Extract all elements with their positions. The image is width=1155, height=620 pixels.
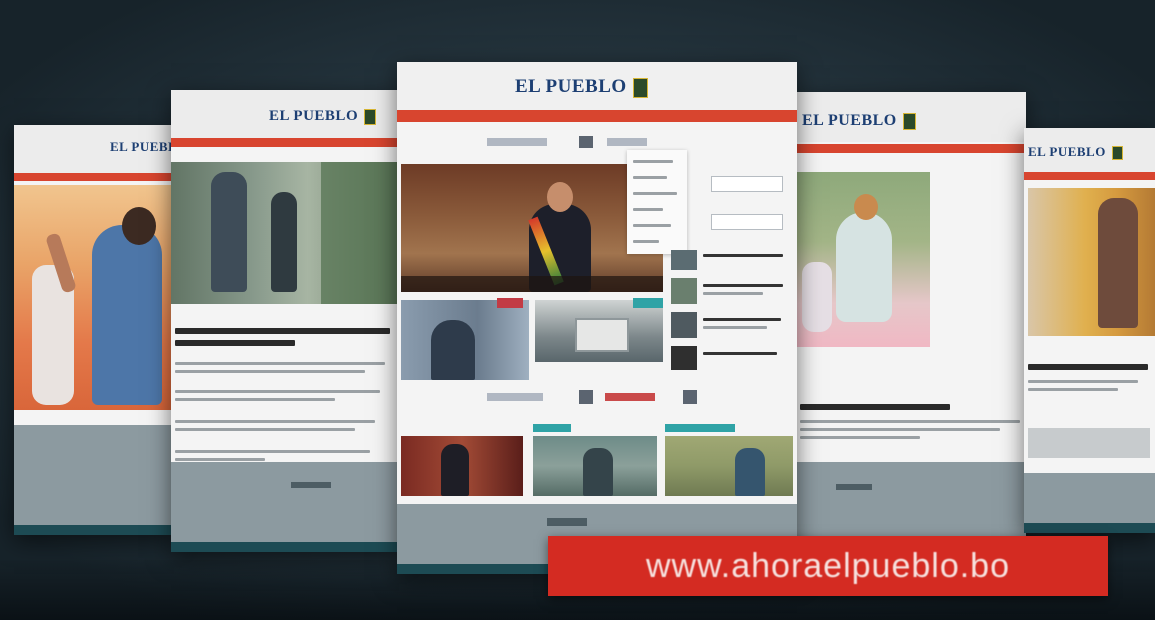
header-red-bar bbox=[171, 138, 399, 147]
dancer-figure-2 bbox=[802, 262, 832, 332]
footer-logo bbox=[291, 482, 331, 488]
hero-photo bbox=[171, 162, 399, 304]
dancer-head bbox=[854, 194, 878, 220]
ad-block bbox=[1028, 428, 1150, 458]
text-line bbox=[800, 436, 920, 439]
website-page-far-right: EL PUEBLO bbox=[1024, 128, 1155, 533]
emblem-icon bbox=[683, 390, 697, 404]
text-line bbox=[175, 362, 385, 365]
emblem-icon bbox=[579, 390, 593, 404]
site-logo: EL PUEBLO bbox=[269, 108, 377, 125]
news-card[interactable] bbox=[533, 436, 657, 496]
page-footer bbox=[1024, 473, 1155, 533]
text-line bbox=[175, 398, 335, 401]
website-page-right: EL PUEBLO bbox=[796, 92, 1026, 552]
text-line bbox=[800, 420, 1020, 423]
thumb[interactable] bbox=[671, 250, 697, 270]
headline-line bbox=[800, 404, 950, 410]
person-figure bbox=[1098, 198, 1138, 328]
person-figure bbox=[583, 448, 613, 496]
site-logo: EL PUEBLO bbox=[1028, 144, 1123, 161]
hero-photo bbox=[1028, 188, 1155, 336]
dropdown-menu[interactable] bbox=[627, 150, 687, 254]
sidebar-button[interactable] bbox=[711, 214, 783, 230]
site-logo: EL PUEBLO bbox=[802, 112, 916, 130]
news-label bbox=[497, 298, 523, 308]
text-line bbox=[175, 390, 380, 393]
text-line bbox=[1028, 380, 1138, 383]
person-figure bbox=[271, 192, 297, 292]
athlete-head bbox=[122, 207, 156, 245]
website-page-center: EL PUEBLO bbox=[397, 62, 797, 574]
text-line bbox=[800, 428, 1000, 431]
site-logo: EL PUEBLO bbox=[515, 76, 648, 98]
tree-foliage bbox=[321, 162, 399, 304]
text-line bbox=[175, 450, 370, 453]
news-card[interactable] bbox=[665, 436, 793, 496]
text-line bbox=[175, 428, 355, 431]
news-label bbox=[665, 424, 735, 432]
person-figure bbox=[211, 172, 247, 292]
person-figure bbox=[441, 444, 469, 496]
site-logo: EL PUEBLO bbox=[110, 139, 174, 154]
nav-item[interactable] bbox=[487, 138, 547, 146]
page-footer bbox=[171, 462, 399, 552]
news-label bbox=[533, 424, 571, 432]
page-footer bbox=[14, 425, 174, 535]
website-page-left: EL PUEBLO bbox=[171, 90, 399, 552]
website-url[interactable]: www.ahoraelpueblo.bo bbox=[646, 547, 1010, 586]
thumb[interactable] bbox=[671, 346, 697, 370]
building-shape bbox=[575, 318, 629, 352]
website-page-far-left: EL PUEBLO bbox=[14, 125, 174, 535]
news-photo[interactable] bbox=[535, 300, 663, 362]
section-divider-row bbox=[487, 390, 707, 404]
side-news-list bbox=[671, 250, 791, 370]
text-line bbox=[175, 458, 265, 461]
text-line bbox=[175, 370, 365, 373]
thumb[interactable] bbox=[671, 312, 697, 338]
headline-line bbox=[1028, 364, 1148, 370]
athlete-figure bbox=[92, 225, 162, 405]
header-red-bar bbox=[796, 144, 1026, 153]
hero-photo bbox=[796, 172, 930, 347]
header-red-bar bbox=[14, 173, 174, 181]
website-url-banner[interactable]: www.ahoraelpueblo.bo bbox=[548, 536, 1108, 596]
headline-line bbox=[175, 328, 390, 334]
emblem-icon bbox=[579, 136, 593, 148]
news-card[interactable] bbox=[401, 436, 523, 496]
footer-logo bbox=[547, 518, 587, 526]
nav-menu-row bbox=[487, 136, 687, 148]
caption-bar bbox=[401, 276, 663, 292]
header-red-bar bbox=[1024, 172, 1155, 180]
nav-item[interactable] bbox=[607, 138, 647, 146]
text-line bbox=[1028, 388, 1118, 391]
official-head bbox=[547, 182, 573, 212]
dancer-figure bbox=[836, 212, 892, 322]
sidebar-button[interactable] bbox=[711, 176, 783, 192]
thumb[interactable] bbox=[671, 278, 697, 304]
news-label bbox=[633, 298, 663, 308]
footer-logo bbox=[836, 484, 872, 490]
promo-scene: EL PUEBLO EL PUEBLO bbox=[0, 0, 1155, 620]
hero-photo bbox=[14, 185, 174, 410]
person-figure bbox=[735, 448, 765, 496]
header-red-bar bbox=[397, 110, 797, 122]
news-photo[interactable] bbox=[401, 300, 529, 380]
headline-line bbox=[175, 340, 295, 346]
main-photo[interactable] bbox=[401, 164, 663, 292]
text-line bbox=[175, 420, 375, 423]
soldier-figure bbox=[431, 320, 475, 380]
